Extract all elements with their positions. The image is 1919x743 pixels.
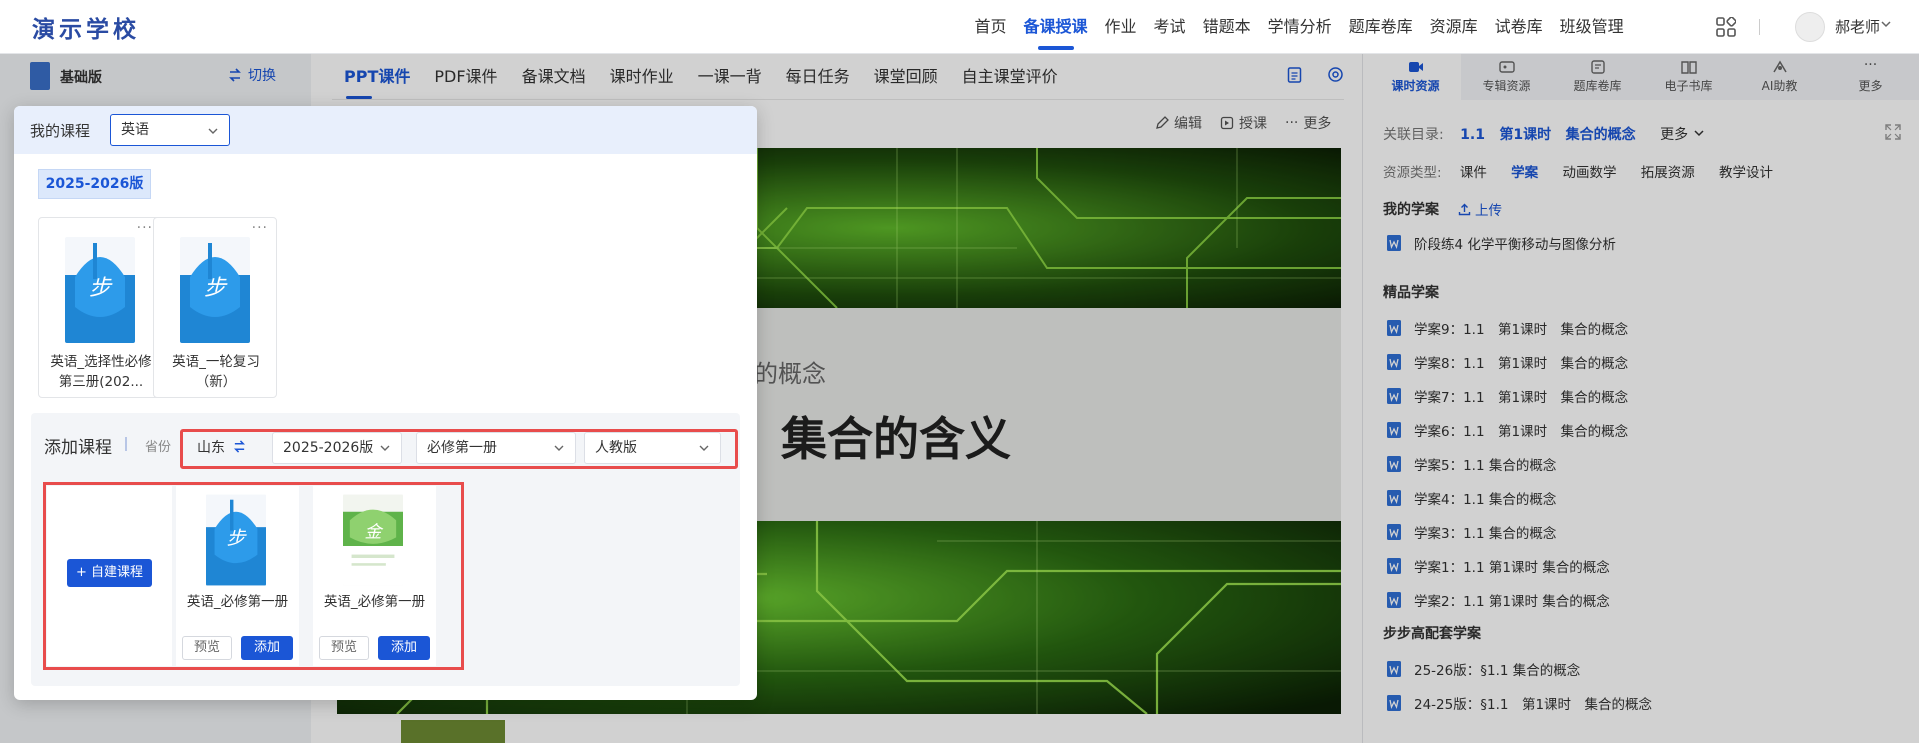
my-course-card[interactable]: ··· 步 英语_选择性必修第三册(202...: [38, 217, 162, 398]
course-card-title: 英语_必修第一册: [186, 594, 289, 610]
nav-item-paper-bank[interactable]: 试卷库: [1486, 0, 1551, 54]
book-cover-image: 步: [65, 237, 135, 343]
province-value: 山东: [197, 440, 225, 456]
apps-grid-icon[interactable]: [1716, 17, 1736, 37]
chevron-down-icon: [554, 445, 564, 451]
nav-item-error-book[interactable]: 错题本: [1194, 0, 1259, 54]
school-logo[interactable]: 演示学校: [32, 10, 140, 44]
nav-item-resources[interactable]: 资源库: [1421, 0, 1486, 54]
add-course-card: 金 英语_必修第一册 预览 添加: [313, 486, 436, 666]
svg-text:金: 金: [364, 522, 383, 542]
publisher-select[interactable]: 人教版: [584, 432, 721, 464]
volume-select[interactable]: 必修第一册: [416, 432, 576, 464]
chevron-down-icon: [208, 128, 218, 134]
nav-item-home[interactable]: 首页: [966, 0, 1015, 54]
user-name[interactable]: 郝老师: [1835, 16, 1880, 37]
swap-icon: [234, 440, 246, 453]
nav-item-lesson-prep[interactable]: 备课授课: [1015, 0, 1096, 54]
self-build-course-button[interactable]: + 自建课程: [67, 559, 152, 587]
nav-item-class-admin[interactable]: 班级管理: [1551, 0, 1632, 54]
chevron-down-icon: [699, 445, 709, 451]
year-tag[interactable]: 2025-2026版: [38, 169, 151, 199]
svg-text:步: 步: [204, 276, 228, 301]
add-button[interactable]: 添加: [241, 636, 293, 660]
card-more-icon[interactable]: ···: [137, 220, 153, 236]
plus-icon: +: [75, 565, 91, 580]
avatar[interactable]: [1795, 12, 1825, 42]
chevron-down-icon: [380, 445, 390, 451]
add-course-card: 步 英语_必修第一册 预览 添加: [176, 486, 299, 666]
svg-text:步: 步: [89, 276, 113, 301]
add-button[interactable]: 添加: [378, 636, 430, 660]
self-build-label: 自建课程: [91, 565, 144, 580]
nav-item-analytics[interactable]: 学情分析: [1259, 0, 1340, 54]
publisher-select-value: 人教版: [595, 440, 637, 456]
book-cover-image: 步: [206, 494, 266, 586]
my-course-card[interactable]: ··· 步 英语_一轮复习（新）: [153, 217, 277, 398]
my-course-label: 我的课程: [30, 122, 91, 140]
course-popover: 我的课程 英语 2025-2026版 ··· 步 英语_选择性必修第三册(202…: [14, 106, 757, 700]
chevron-down-icon[interactable]: [1880, 18, 1892, 30]
add-course-title: 添加课程: [44, 438, 112, 458]
nav-item-homework[interactable]: 作业: [1096, 0, 1145, 54]
book-cover-image: 金: [343, 494, 403, 586]
year-select-value: 2025-2026版: [283, 440, 374, 456]
course-card-title: 英语_选择性必修第三册(202...: [50, 354, 152, 390]
title-separator: [125, 437, 127, 451]
nav-item-question-bank[interactable]: 题库卷库: [1340, 0, 1421, 54]
course-card-title: 英语_一轮复习（新）: [172, 354, 260, 390]
preview-button[interactable]: 预览: [319, 636, 369, 660]
book-cover-image: 步: [180, 237, 250, 343]
main-nav: 首页 备课授课 作业 考试 错题本 学情分析 题库卷库 资源库 试卷库 班级管理: [966, 0, 1632, 54]
nav-divider: [1759, 19, 1760, 35]
card-more-icon[interactable]: ···: [252, 220, 268, 236]
course-select-value: 英语: [121, 122, 149, 138]
province-label: 省份: [145, 440, 172, 455]
volume-select-value: 必修第一册: [427, 440, 497, 456]
course-card-title: 英语_必修第一册: [323, 594, 426, 610]
nav-item-exam[interactable]: 考试: [1145, 0, 1194, 54]
course-subject-select[interactable]: 英语: [110, 114, 230, 146]
province-switch[interactable]: 山东: [186, 432, 266, 464]
preview-button[interactable]: 预览: [182, 636, 232, 660]
svg-text:步: 步: [227, 528, 248, 549]
year-select[interactable]: 2025-2026版: [272, 432, 402, 464]
